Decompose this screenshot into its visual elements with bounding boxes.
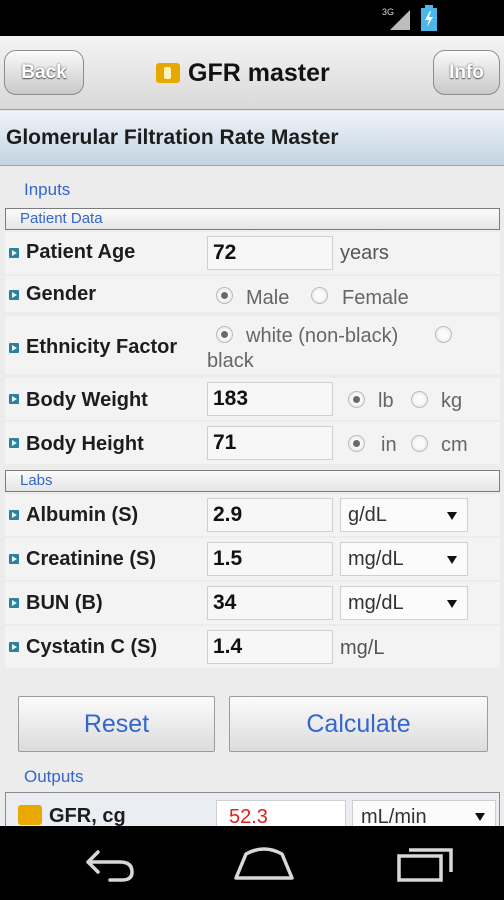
bun-unit-value: mg/dL [348, 592, 404, 614]
weight-kg-label[interactable]: kg [441, 390, 462, 413]
bullet-icon [9, 642, 19, 652]
weight-kg-radio[interactable] [411, 391, 428, 408]
signal-icon: 3G [382, 7, 410, 30]
home-icon[interactable] [232, 844, 296, 884]
height-in-radio[interactable] [348, 435, 365, 452]
albumin-row: Albumin (S) 2.9 g/dL [5, 494, 500, 536]
height-in-label[interactable]: in [381, 434, 397, 457]
patient-age-input[interactable]: 72 [207, 236, 333, 270]
ethnicity-white-label[interactable]: white (non-black) [246, 325, 398, 348]
bun-unit-select[interactable]: mg/dL [340, 586, 468, 620]
creatinine-unit-select[interactable]: mg/dL [340, 542, 468, 576]
albumin-unit-select[interactable]: g/dL [340, 498, 468, 532]
calculate-button[interactable]: Calculate [229, 696, 488, 752]
outputs-section-label: Outputs [24, 767, 84, 786]
bun-label: BUN (B) [26, 592, 103, 614]
albumin-unit-value: g/dL [348, 504, 387, 526]
cystatin-input[interactable]: 1.4 [207, 630, 333, 664]
albumin-label: Albumin (S) [26, 504, 139, 526]
bullet-icon [9, 248, 19, 258]
body-weight-label: Body Weight [26, 389, 148, 411]
app-screen: Back GFR master Info Glomerular Filtrati… [0, 36, 504, 826]
bullet-icon [9, 394, 19, 404]
ethnicity-row: Ethnicity Factor white (non-black) black [5, 316, 500, 374]
status-bar: 3G [0, 0, 504, 36]
battery-charging-icon [421, 5, 437, 31]
patient-age-label: Patient Age [26, 241, 136, 263]
gender-male-label[interactable]: Male [246, 287, 289, 310]
creatinine-input[interactable]: 1.5 [207, 542, 333, 576]
bullet-icon [9, 438, 19, 448]
patient-age-row: Patient Age 72 years [5, 232, 500, 274]
labs-header: Labs [5, 470, 500, 492]
ethnicity-black-radio[interactable] [435, 326, 452, 343]
body-height-input[interactable]: 71 [207, 426, 333, 460]
chevron-down-icon [475, 813, 485, 821]
recent-apps-icon[interactable] [396, 844, 456, 884]
weight-lb-radio[interactable] [348, 391, 365, 408]
app-title-group: GFR master [156, 58, 330, 88]
ethnicity-white-radio[interactable] [216, 326, 233, 343]
network-type-label: 3G [382, 7, 394, 17]
gender-row: Gender Male Female [5, 276, 500, 312]
creatinine-label: Creatinine (S) [26, 548, 157, 570]
bullet-icon [9, 510, 19, 520]
bullet-icon [9, 598, 19, 608]
cystatin-label: Cystatin C (S) [26, 636, 158, 658]
page-title: Glomerular Filtration Rate Master [0, 111, 504, 166]
gender-female-radio[interactable] [311, 287, 328, 304]
inputs-section-label: Inputs [24, 180, 71, 199]
body-height-label: Body Height [26, 433, 144, 455]
gfr-cg-unit-select[interactable]: mL/min [352, 800, 496, 826]
creatinine-row: Creatinine (S) 1.5 mg/dL [5, 538, 500, 580]
ethnicity-black-label[interactable]: black [207, 350, 254, 373]
body-height-row: Body Height 71 in cm [5, 422, 500, 464]
back-arrow-icon[interactable] [80, 844, 138, 884]
height-cm-radio[interactable] [411, 435, 428, 452]
patient-age-unit: years [340, 242, 389, 264]
gfr-cg-label: GFR, cg [49, 805, 126, 826]
gfr-cg-unit-value: mL/min [361, 806, 427, 826]
gfr-cg-value: 52.3 [216, 800, 346, 826]
system-nav-bar [0, 826, 504, 900]
gfr-cg-output-row: GFR, cg 52.3 mL/min [5, 792, 500, 826]
back-button[interactable]: Back [4, 50, 84, 95]
app-title: GFR master [188, 58, 330, 87]
bullet-icon [9, 290, 19, 300]
output-icon [18, 805, 42, 825]
chevron-down-icon [447, 512, 457, 520]
cystatin-unit: mg/L [340, 637, 385, 659]
gender-female-label[interactable]: Female [342, 287, 409, 310]
app-logo-icon [156, 63, 180, 83]
body-weight-row: Body Weight 183 lb kg [5, 378, 500, 420]
reset-button[interactable]: Reset [18, 696, 215, 752]
bun-input[interactable]: 34 [207, 586, 333, 620]
bullet-icon [9, 554, 19, 564]
albumin-input[interactable]: 2.9 [207, 498, 333, 532]
ethnicity-label: Ethnicity Factor [26, 336, 178, 358]
bun-row: BUN (B) 34 mg/dL [5, 582, 500, 624]
chevron-down-icon [447, 600, 457, 608]
gender-label: Gender [26, 283, 97, 305]
body-weight-input[interactable]: 183 [207, 382, 333, 416]
info-button[interactable]: Info [433, 50, 500, 95]
chevron-down-icon [447, 556, 457, 564]
bullet-icon [9, 343, 19, 353]
gender-male-radio[interactable] [216, 287, 233, 304]
weight-lb-label[interactable]: lb [378, 390, 394, 413]
height-cm-label[interactable]: cm [441, 434, 468, 457]
creatinine-unit-value: mg/dL [348, 548, 404, 570]
patient-data-header: Patient Data [5, 208, 500, 230]
top-toolbar: Back GFR master Info [0, 36, 504, 110]
cystatin-row: Cystatin C (S) 1.4 mg/L [5, 626, 500, 668]
